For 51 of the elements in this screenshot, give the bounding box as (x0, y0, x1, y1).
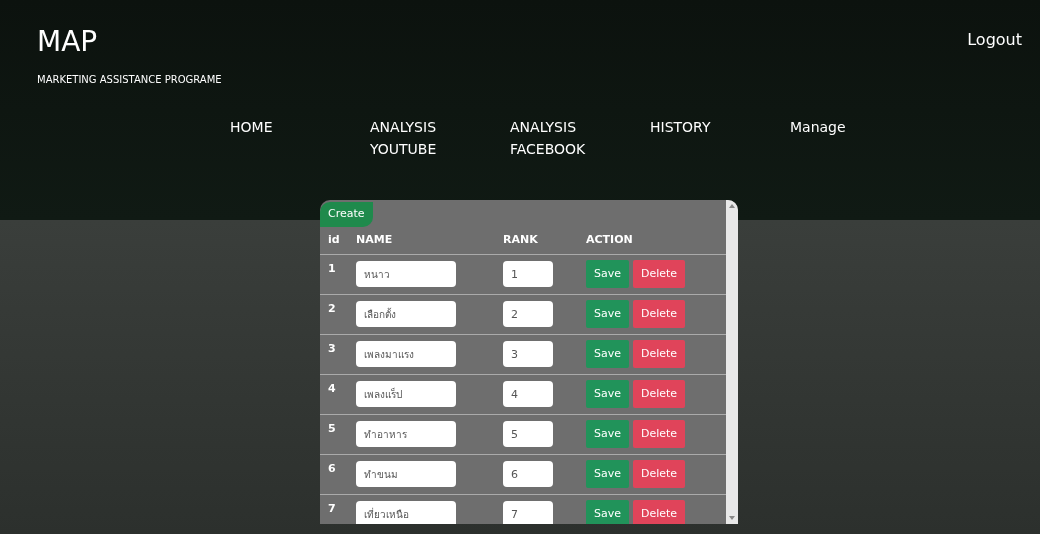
app-subtitle: MARKETING ASSISTANCE PROGRAME (37, 73, 222, 87)
rank-field[interactable]: 3 (503, 341, 553, 367)
nav-link[interactable]: HISTORY (650, 116, 790, 200)
app-title: MAP (37, 28, 99, 56)
nav-link[interactable]: ANALYSIS YOUTUBE (370, 116, 510, 200)
column-header: RANK (503, 231, 539, 248)
row-id: 4 (327, 380, 337, 397)
nav-link[interactable]: HOME (230, 116, 370, 200)
save-button[interactable]: Save (586, 340, 629, 368)
scroll-up-icon[interactable] (729, 204, 735, 208)
delete-button[interactable]: Delete (633, 300, 685, 328)
delete-button[interactable]: Delete (633, 500, 685, 524)
name-field[interactable]: เพลงมาแรง (356, 341, 456, 367)
save-button[interactable]: Save (586, 260, 629, 288)
delete-button[interactable]: Delete (633, 420, 685, 448)
name-field[interactable]: หนาว (356, 261, 456, 287)
row-id: 6 (327, 460, 337, 477)
rank-field[interactable]: 2 (503, 301, 553, 327)
rank-field[interactable]: 1 (503, 261, 553, 287)
name-field[interactable]: เพลงแร็ป (356, 381, 456, 407)
rank-field[interactable]: 5 (503, 421, 553, 447)
delete-button[interactable]: Delete (633, 260, 685, 288)
delete-button[interactable]: Delete (633, 460, 685, 488)
column-header: id (327, 231, 341, 248)
create-button[interactable]: Create (320, 202, 373, 227)
rank-field[interactable]: 7 (503, 501, 553, 524)
save-button[interactable]: Save (586, 500, 629, 524)
scrollbar[interactable] (726, 200, 738, 524)
row-id: 2 (327, 300, 337, 317)
name-field[interactable]: เที่ยวเหนือ (356, 501, 456, 524)
name-field[interactable]: เลือกตั้ง (356, 301, 456, 327)
save-button[interactable]: Save (586, 460, 629, 488)
name-field[interactable]: ทำอาหาร (356, 421, 456, 447)
save-button[interactable]: Save (586, 380, 629, 408)
save-button[interactable]: Save (586, 300, 629, 328)
nav-link[interactable]: ANALYSIS FACEBOOK (510, 116, 650, 200)
logout-link[interactable]: Logout (967, 30, 1022, 49)
column-header: ACTION (586, 231, 633, 248)
name-field[interactable]: ทำขนม (356, 461, 456, 487)
save-button[interactable]: Save (586, 420, 629, 448)
row-id: 5 (327, 420, 337, 437)
row-id: 7 (327, 500, 337, 517)
row-id: 1 (327, 260, 337, 277)
row-id: 3 (327, 340, 337, 357)
scroll-down-icon[interactable] (729, 516, 735, 520)
nav-link[interactable]: Manage (790, 116, 930, 200)
rank-field[interactable]: 4 (503, 381, 553, 407)
column-header: NAME (356, 231, 394, 248)
rank-field[interactable]: 6 (503, 461, 553, 487)
delete-button[interactable]: Delete (633, 340, 685, 368)
delete-button[interactable]: Delete (633, 380, 685, 408)
